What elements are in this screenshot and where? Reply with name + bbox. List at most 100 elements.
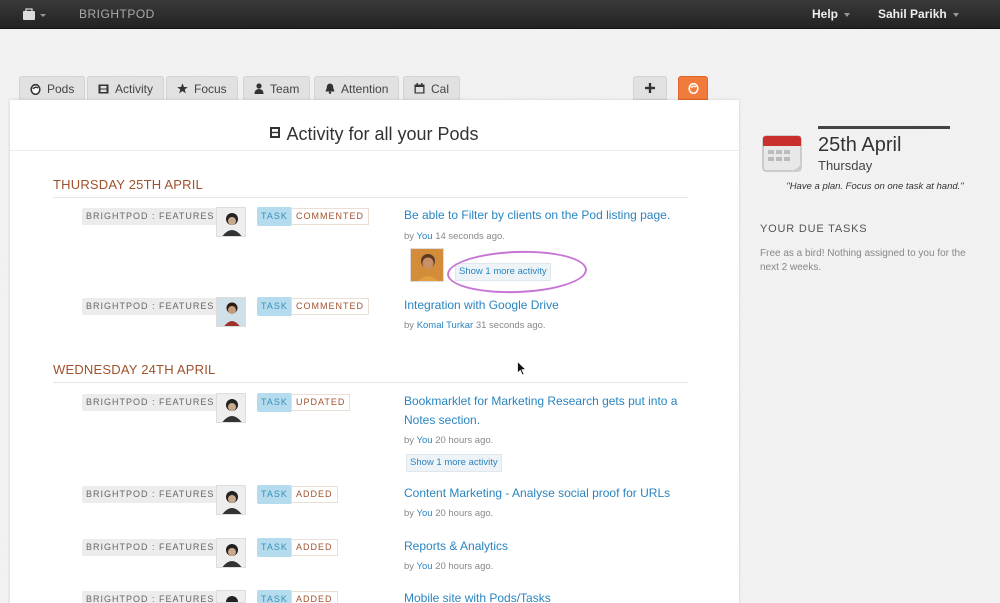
pod-label[interactable]: BRIGHTPOD : FEATURES	[82, 298, 219, 315]
tab-focus[interactable]: Focus	[166, 76, 238, 100]
divider	[818, 126, 950, 129]
pod-label[interactable]: BRIGHTPOD : FEATURES	[82, 591, 219, 603]
meta-by: by	[404, 320, 415, 331]
user-link[interactable]: You	[417, 508, 433, 519]
due-tasks-empty-text: Free as a bird! Nothing assigned to you …	[760, 248, 966, 273]
avatar	[216, 207, 246, 237]
activity-meta: by You 20 hours ago.	[404, 561, 493, 572]
tab-label: Focus	[194, 81, 227, 96]
page-title-text: Activity for all your Pods	[286, 124, 479, 144]
tab-activity[interactable]: Activity	[87, 76, 165, 100]
meta-time: 20 hours ago.	[435, 561, 494, 572]
meta-by: by	[404, 561, 415, 572]
type-badge: TASK	[257, 538, 292, 557]
meta-by: by	[404, 508, 415, 519]
activity-title-link[interactable]: Mobile site with Pods/Tasks	[404, 589, 551, 603]
avatar	[216, 590, 246, 603]
tab-attention[interactable]: Attention	[314, 76, 400, 100]
avatar	[216, 393, 246, 423]
meta-by: by	[404, 231, 415, 242]
user-name: Sahil Parikh	[878, 7, 947, 21]
calendar-icon	[762, 135, 802, 172]
user-icon	[254, 83, 264, 94]
activity-meta: by You 20 hours ago.	[404, 435, 493, 446]
user-link[interactable]: You	[417, 231, 433, 242]
activity-title-link[interactable]: Notes section.	[404, 411, 480, 430]
action-badge: COMMENTED	[291, 208, 369, 225]
tab-team[interactable]: Team	[243, 76, 311, 100]
divider	[53, 197, 688, 198]
tab-pods[interactable]: Pods	[19, 76, 86, 100]
current-date: 25th April	[818, 134, 902, 156]
activity-meta: by You 14 seconds ago.	[404, 231, 505, 242]
day-heading: WEDNESDAY 24TH APRIL	[53, 362, 216, 377]
briefcase-icon[interactable]	[22, 8, 48, 22]
meta-time: 31 seconds ago.	[475, 320, 546, 331]
page-title: Activity for all your Pods	[10, 124, 739, 145]
plus-icon	[645, 83, 655, 93]
show-more-activity-button[interactable]: Show 1 more activity	[406, 454, 502, 472]
star-icon	[177, 83, 188, 94]
action-badge: COMMENTED	[291, 298, 369, 315]
type-badge: TASK	[257, 393, 292, 412]
calendar-icon	[414, 83, 425, 94]
avatar	[216, 485, 246, 515]
divider	[53, 382, 688, 383]
activity-title-link[interactable]: Bookmarklet for Marketing Research gets …	[404, 392, 677, 411]
pod-icon	[687, 82, 699, 94]
activity-title-link[interactable]: Integration with Google Drive	[404, 296, 559, 315]
user-link[interactable]: You	[417, 561, 433, 572]
bell-icon	[325, 83, 335, 94]
pod-label[interactable]: BRIGHTPOD : FEATURES	[82, 394, 219, 411]
avatar	[410, 248, 444, 282]
activity-meta: by Komal Turkar 31 seconds ago.	[404, 320, 546, 331]
activity-panel: Activity for all your Pods	[10, 100, 739, 603]
avatar	[216, 538, 246, 568]
meta-time: 14 seconds ago.	[435, 231, 505, 242]
motto-text: "Have a plan. Focus on one task at hand.…	[786, 181, 964, 192]
brand-name[interactable]: BRIGHTPOD	[79, 7, 155, 21]
user-link[interactable]: Komal Turkar	[417, 320, 474, 331]
type-badge: TASK	[257, 297, 292, 316]
tab-label: Cal	[431, 81, 450, 96]
meta-by: by	[404, 435, 415, 446]
help-menu[interactable]: Help	[812, 7, 851, 21]
chevron-down-icon	[844, 12, 851, 17]
tab-cal[interactable]: Cal	[403, 76, 461, 100]
help-label: Help	[812, 7, 839, 21]
pods-quick-button[interactable]	[678, 76, 708, 100]
action-badge: ADDED	[291, 591, 338, 603]
day-heading: THURSDAY 25TH APRIL	[53, 177, 203, 192]
user-link[interactable]: You	[417, 435, 433, 446]
activity-title-link[interactable]: Content Marketing - Analyse social proof…	[404, 484, 670, 503]
film-icon	[270, 127, 281, 138]
avatar	[216, 297, 246, 327]
action-badge: ADDED	[291, 486, 338, 503]
film-icon	[98, 84, 109, 93]
add-button[interactable]	[633, 76, 667, 100]
tab-label: Team	[270, 81, 300, 96]
pod-label[interactable]: BRIGHTPOD : FEATURES	[82, 208, 219, 225]
action-badge: ADDED	[291, 539, 338, 556]
current-weekday: Thursday	[818, 158, 873, 173]
tab-label: Attention	[341, 81, 389, 96]
activity-title-link[interactable]: Reports & Analytics	[404, 537, 508, 556]
type-badge: TASK	[257, 207, 292, 226]
chevron-down-icon	[952, 12, 959, 17]
top-bar: BRIGHTPOD Help Sahil Parikh	[0, 0, 1000, 29]
cursor-icon	[517, 361, 527, 376]
pod-label[interactable]: BRIGHTPOD : FEATURES	[82, 486, 219, 503]
type-badge: TASK	[257, 590, 292, 603]
type-badge: TASK	[257, 485, 292, 504]
activity-meta: by You 20 hours ago.	[404, 508, 493, 519]
activity-title-link[interactable]: Be able to Filter by clients on the Pod …	[404, 206, 670, 225]
due-tasks-heading: YOUR DUE TASKS	[760, 223, 868, 235]
tab-label: Activity	[115, 81, 154, 96]
meta-time: 20 hours ago.	[435, 508, 494, 519]
user-menu[interactable]: Sahil Parikh	[878, 7, 959, 21]
tab-label: Pods	[47, 81, 75, 96]
pod-icon	[30, 83, 41, 95]
pod-label[interactable]: BRIGHTPOD : FEATURES	[82, 539, 219, 556]
meta-time: 20 hours ago.	[435, 435, 494, 446]
divider	[10, 150, 739, 151]
